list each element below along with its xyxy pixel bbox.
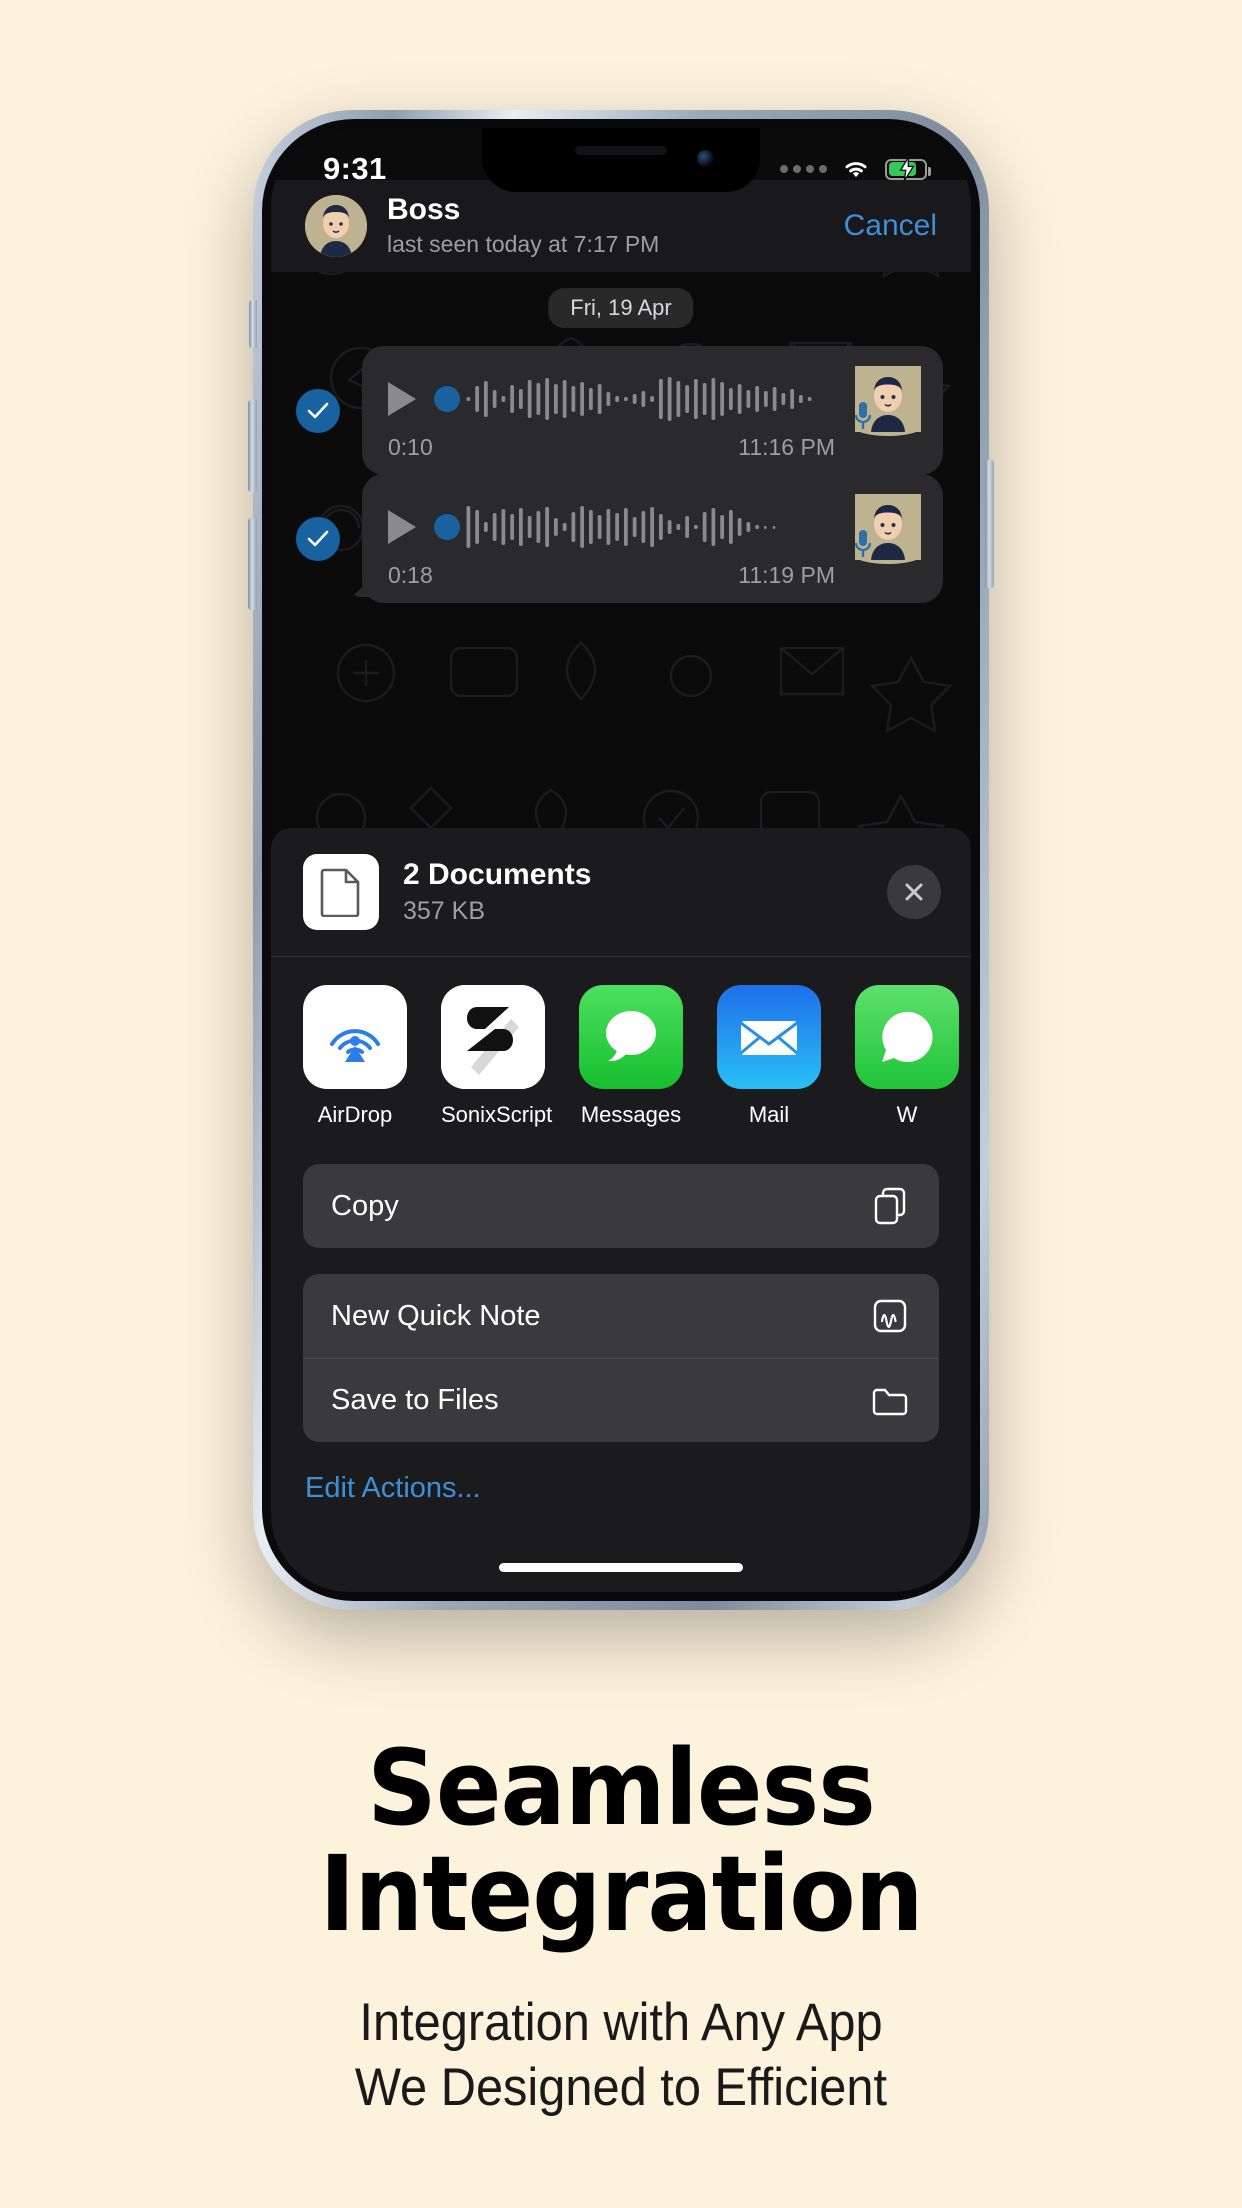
sender-avatar <box>854 494 921 564</box>
share-app-label: SonixScript <box>441 1102 553 1127</box>
microphone-icon <box>854 530 872 557</box>
waveform-icon <box>466 506 776 548</box>
whatsapp-icon <box>882 1011 933 1062</box>
phone-screen: 9:31 Boss last seen today at 7:17 PM Can… <box>271 128 971 1592</box>
share-app-sonixscript[interactable]: SonixScript <box>441 985 553 1128</box>
play-icon[interactable] <box>388 510 416 544</box>
voice-message-bubble[interactable]: 0:10 11:16 PM <box>362 346 943 475</box>
share-sheet: 2 Documents 357 KB AirDrop SonixScript M… <box>271 828 971 1592</box>
airdrop-icon <box>330 1029 380 1062</box>
mail-icon <box>740 1021 798 1055</box>
cancel-button[interactable]: Cancel <box>844 209 937 243</box>
headline-line-2: Integration <box>319 1833 923 1956</box>
headline-line-1: Seamless <box>367 1727 876 1849</box>
actions-group-copy: Copy <box>303 1164 939 1248</box>
bubble-tail <box>352 575 374 597</box>
avatar-illustration-icon <box>305 195 367 257</box>
message-selected-checkbox[interactable] <box>296 388 340 433</box>
front-camera-icon <box>697 150 714 167</box>
document-icon <box>303 854 379 930</box>
mute-switch[interactable] <box>249 300 257 348</box>
cellular-dots-icon <box>780 165 827 173</box>
close-icon <box>905 883 923 901</box>
contact-name: Boss <box>387 193 461 227</box>
copy-icon <box>869 1185 911 1227</box>
message-row[interactable]: 0:18 11:19 PM <box>271 474 971 603</box>
voice-duration: 0:18 <box>388 562 433 588</box>
action-new-quick-note[interactable]: New Quick Note <box>303 1274 939 1358</box>
battery-charging-icon <box>885 157 931 181</box>
edit-actions-button[interactable]: Edit Actions... <box>305 1472 971 1505</box>
status-icons <box>780 157 931 181</box>
waveform-icon <box>466 377 812 421</box>
share-app-label: Messages <box>580 1102 682 1127</box>
share-size: 357 KB <box>403 897 486 925</box>
share-sheet-header: 2 Documents 357 KB <box>271 828 971 956</box>
action-copy[interactable]: Copy <box>303 1164 939 1248</box>
share-app-label: AirDrop <box>317 1102 393 1127</box>
action-save-to-files[interactable]: Save to Files <box>303 1358 939 1442</box>
share-app-mail[interactable]: Mail <box>717 985 821 1128</box>
sender-avatar <box>854 366 921 436</box>
share-sheet-info: 2 Documents 357 KB <box>403 858 887 926</box>
actions-group-secondary: New Quick Note Save to Files <box>303 1274 939 1442</box>
share-app-label: W <box>896 1102 918 1127</box>
volume-down-button[interactable] <box>248 518 257 610</box>
message-row[interactable]: 0:10 11:16 PM <box>271 346 971 475</box>
notch <box>482 128 760 192</box>
sonixscript-icon <box>441 985 545 1089</box>
microphone-icon <box>854 402 872 429</box>
waveform-container[interactable] <box>434 500 839 554</box>
action-label: New Quick Note <box>331 1299 541 1332</box>
chat-header-text: Boss last seen today at 7:17 PM <box>387 193 844 258</box>
action-label: Save to Files <box>331 1384 499 1416</box>
seek-handle[interactable] <box>434 386 460 412</box>
close-button[interactable] <box>887 865 941 919</box>
share-app-airdrop[interactable]: AirDrop <box>303 985 407 1128</box>
message-timestamp: 11:16 PM <box>738 434 835 460</box>
phone-mockup: 9:31 Boss last seen today at 7:17 PM Can… <box>248 110 994 1610</box>
waveform-container[interactable] <box>434 372 839 426</box>
caption-block: Seamless Integration Integration with An… <box>0 1735 1242 2120</box>
subline-line-1: Integration with Any App <box>359 1993 883 2053</box>
share-app-messages[interactable]: Messages <box>579 985 683 1128</box>
play-icon[interactable] <box>388 382 416 416</box>
contact-status: last seen today at 7:17 PM <box>387 230 660 257</box>
share-title: 2 Documents <box>403 858 592 891</box>
status-time: 9:31 <box>323 151 387 186</box>
share-app-label: Mail <box>748 1102 790 1127</box>
subline-line-2: We Designed to Efficient <box>354 2057 888 2117</box>
contact-avatar[interactable] <box>305 195 367 257</box>
message-timestamp: 11:19 PM <box>738 562 835 588</box>
home-indicator[interactable] <box>499 1563 743 1572</box>
promo-page: 9:31 Boss last seen today at 7:17 PM Can… <box>0 0 1242 2208</box>
voice-duration: 0:10 <box>388 434 433 460</box>
wifi-icon <box>845 162 867 178</box>
messages-icon <box>606 1011 656 1062</box>
seek-handle[interactable] <box>434 514 460 540</box>
voice-player <box>388 366 921 436</box>
voice-message-meta: 0:10 11:16 PM <box>388 434 921 461</box>
quick-note-icon <box>869 1295 911 1337</box>
date-separator: Fri, 19 Apr <box>548 288 694 328</box>
folder-icon <box>869 1380 911 1422</box>
share-apps-row[interactable]: AirDrop SonixScript Messages Mail W <box>271 957 971 1138</box>
action-label: Copy <box>331 1189 399 1222</box>
power-button[interactable] <box>985 460 994 588</box>
volume-up-button[interactable] <box>248 400 257 492</box>
voice-message-meta: 0:18 11:19 PM <box>388 562 921 589</box>
voice-player <box>388 494 921 564</box>
earpiece-speaker <box>575 146 667 155</box>
voice-message-bubble[interactable]: 0:18 11:19 PM <box>352 474 943 603</box>
message-selected-checkbox[interactable] <box>296 516 340 561</box>
share-app-whatsapp[interactable]: W <box>855 985 959 1128</box>
